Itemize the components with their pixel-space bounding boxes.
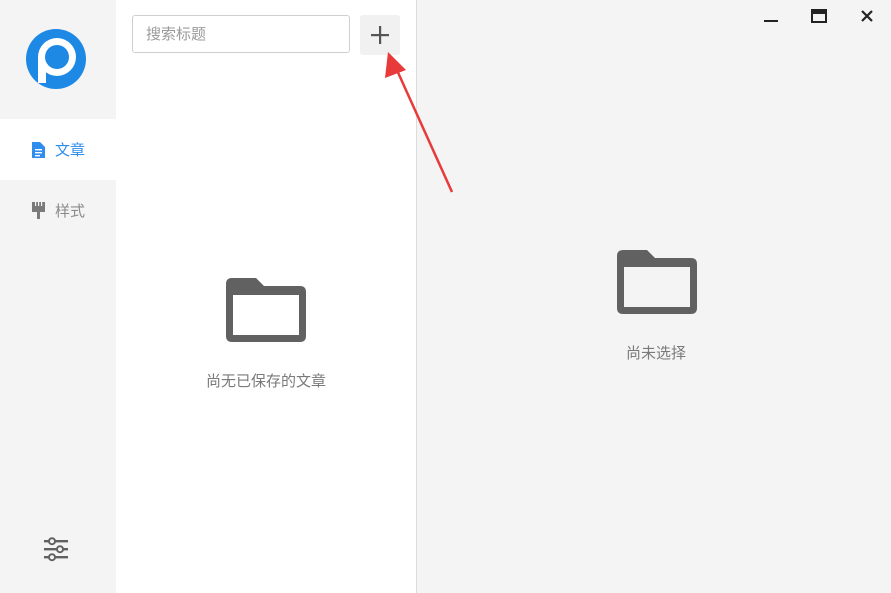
minimize-button[interactable] — [747, 0, 795, 32]
minimize-icon — [764, 20, 778, 22]
sliders-icon — [44, 537, 68, 562]
document-icon — [31, 141, 47, 159]
empty-detail: 尚未选择 — [417, 250, 891, 363]
search-input[interactable] — [132, 15, 350, 53]
settings-button[interactable] — [42, 536, 70, 562]
maximize-button[interactable] — [795, 0, 843, 32]
close-button[interactable] — [843, 0, 891, 32]
nav-item-label: 样式 — [54, 202, 85, 220]
maximize-icon — [811, 9, 827, 23]
window-controls — [747, 0, 891, 32]
app-logo-icon — [26, 29, 86, 89]
folder-icon — [226, 278, 306, 342]
plus-icon — [371, 26, 389, 44]
brush-icon — [31, 202, 47, 220]
app-window: 文章 样式 搜索标题 尚无已保存的文章 尚未选择 — [0, 0, 891, 593]
add-article-button[interactable] — [360, 15, 400, 55]
nav-item-styles[interactable]: 样式 — [0, 180, 116, 241]
nav-item-articles[interactable]: 文章 — [0, 119, 116, 180]
empty-detail-text: 尚未选择 — [626, 344, 687, 362]
empty-article-list: 尚无已保存的文章 — [116, 278, 416, 391]
article-detail-panel: 尚未选择 — [417, 0, 891, 593]
article-list-panel: 尚无已保存的文章 — [116, 0, 417, 593]
nav-item-label: 文章 — [54, 141, 85, 159]
empty-list-text: 尚无已保存的文章 — [205, 372, 326, 390]
sidebar-nav: 文章 样式 — [0, 0, 116, 593]
close-icon — [861, 10, 873, 22]
folder-icon — [617, 250, 697, 314]
